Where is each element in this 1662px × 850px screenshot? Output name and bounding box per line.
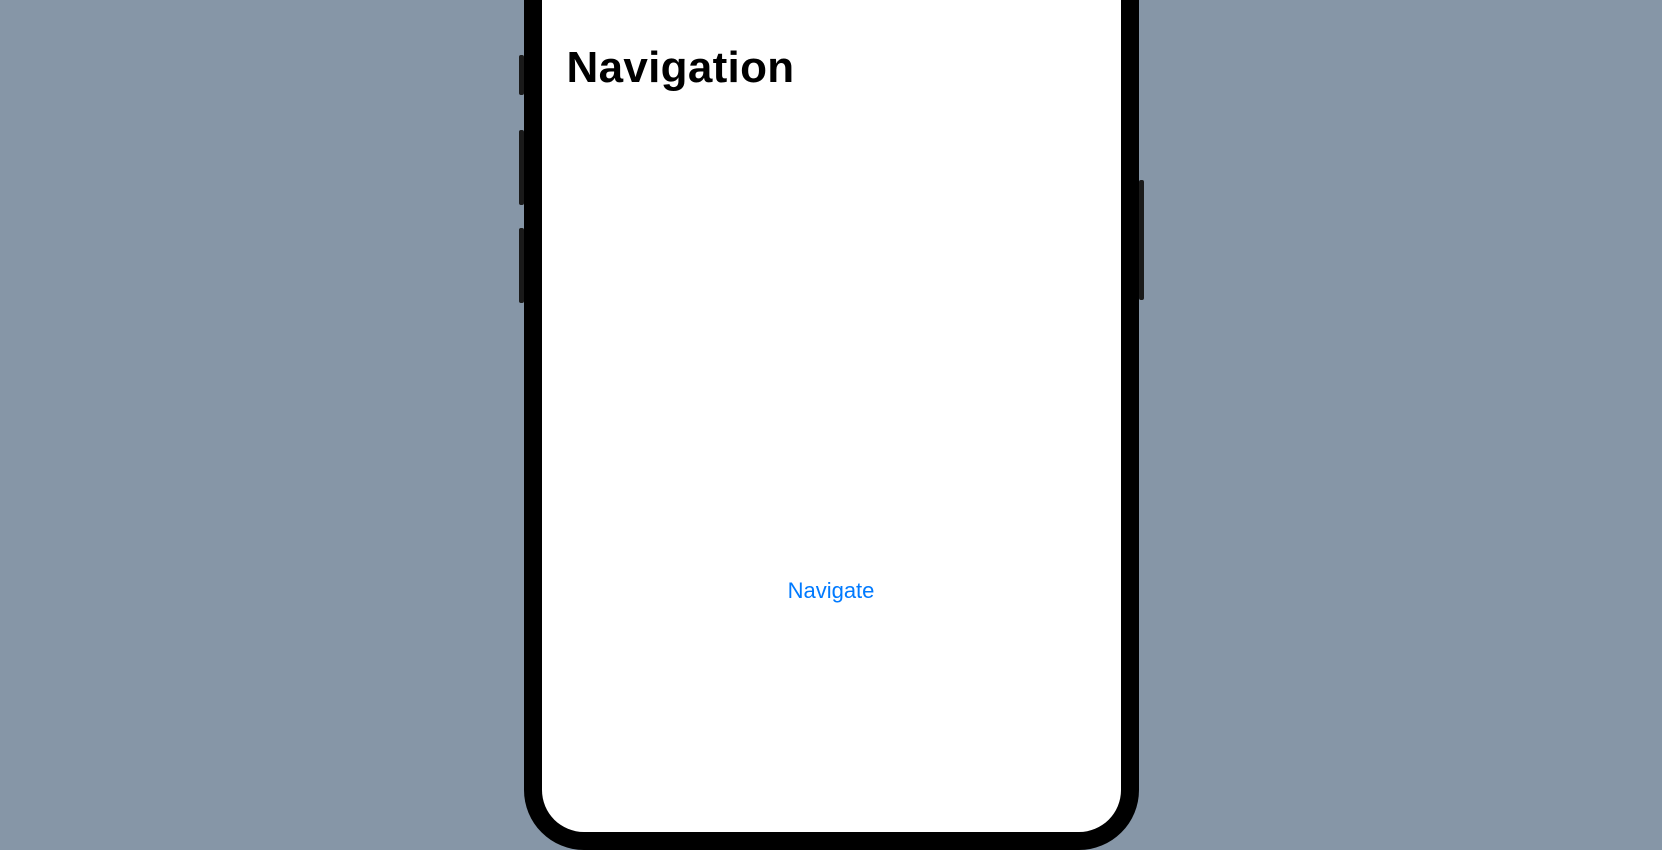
page-title: Navigation [542, 44, 1121, 92]
mute-switch [519, 55, 524, 95]
device-frame: Navigation Navigate [524, 0, 1139, 850]
app-content: Navigation Navigate [542, 0, 1121, 832]
volume-up-button [519, 130, 524, 205]
device-screen: Navigation Navigate [542, 0, 1121, 832]
power-button [1139, 180, 1144, 300]
navigate-button[interactable]: Navigate [788, 578, 875, 604]
volume-down-button [519, 228, 524, 303]
